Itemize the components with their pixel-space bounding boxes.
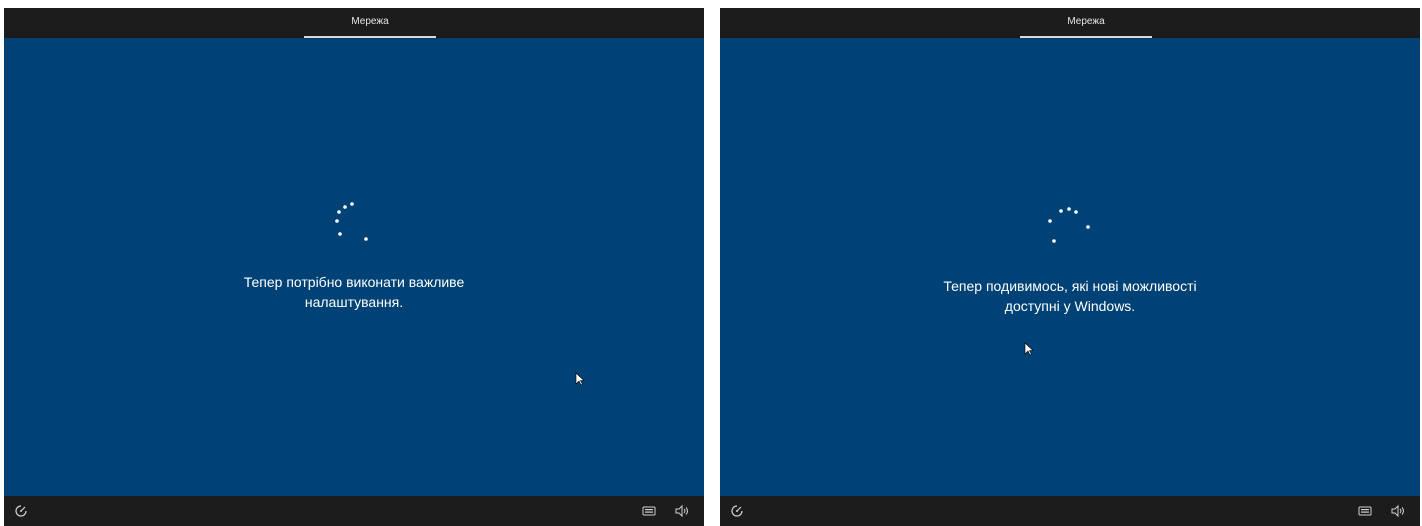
setup-screen-right: Мережа Тепер подивимось, які нові можлив…: [720, 8, 1420, 526]
keyboard-icon[interactable]: [642, 505, 656, 517]
bottom-bar: [720, 496, 1420, 526]
loading-spinner-icon: [335, 202, 368, 241]
keyboard-icon[interactable]: [1358, 505, 1372, 517]
top-bar: Мережа: [4, 8, 704, 38]
spinner-dot: [1059, 209, 1063, 213]
status-message-line-1: Тепер потрібно виконати важливе: [243, 274, 465, 290]
status-message: Тепер потрібно виконати важливе налаштув…: [4, 272, 704, 312]
loading-spinner-icon: [1048, 207, 1090, 243]
mouse-cursor-icon: [1024, 342, 1034, 356]
status-message-line-1: Тепер подивимось, які нові можливості: [943, 278, 1197, 294]
spinner-dot: [335, 219, 339, 223]
spinner-dot: [343, 205, 347, 209]
tab-network[interactable]: Мережа: [304, 8, 436, 38]
spinner-dot: [1052, 239, 1056, 243]
top-bar: Мережа: [720, 8, 1420, 38]
status-message-line-2: налаштування.: [304, 294, 404, 310]
spinner-dot: [338, 232, 342, 236]
volume-icon[interactable]: [674, 504, 690, 518]
bottom-bar: [4, 496, 704, 526]
status-message: Тепер подивимось, які нові можливості до…: [720, 276, 1420, 316]
screenshot-canvas: Мережа Тепер потрібно виконати важливе н…: [0, 0, 1422, 526]
tab-network[interactable]: Мережа: [1020, 8, 1152, 38]
spinner-dot: [350, 202, 354, 206]
spinner-dot: [1048, 219, 1052, 223]
spinner-dot: [1067, 207, 1071, 211]
mouse-cursor-icon: [575, 372, 585, 386]
status-message-line-2: доступні у Windows.: [1004, 298, 1136, 314]
spinner-dot: [364, 237, 368, 241]
spinner-dot: [1086, 225, 1090, 229]
ease-of-access-icon[interactable]: [14, 504, 28, 518]
ease-of-access-icon[interactable]: [730, 504, 744, 518]
setup-screen-left: Мережа Тепер потрібно виконати важливе н…: [4, 8, 704, 526]
volume-icon[interactable]: [1390, 504, 1406, 518]
spinner-dot: [1074, 210, 1078, 214]
spinner-dot: [337, 210, 341, 214]
